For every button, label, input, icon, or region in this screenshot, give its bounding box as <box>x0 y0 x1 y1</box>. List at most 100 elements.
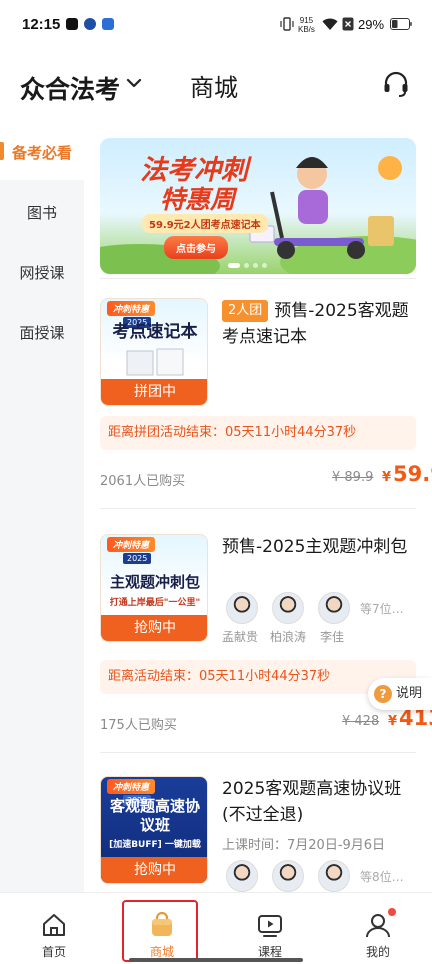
teacher-list: 等7位… 孟献贵 柏浪涛 李佳 <box>222 592 416 644</box>
status-time: 12:15 <box>22 16 61 33</box>
sidebar-item-books[interactable]: 图书 <box>0 202 84 223</box>
sim-x-icon <box>342 17 354 31</box>
original-price: ¥ 428 <box>342 714 380 729</box>
tab-label: 我的 <box>365 945 390 959</box>
carousel-dot <box>262 263 267 268</box>
divider <box>100 278 416 279</box>
network-speed-unit: KB/s <box>298 25 315 34</box>
sidebar-item-label: 图书 <box>26 204 57 222</box>
thumb-slogan: [加速BUFF] 一键加载 <box>109 840 201 850</box>
wifi-icon <box>322 18 338 30</box>
teacher-name: 李佳 <box>320 630 345 644</box>
tab-courses[interactable]: 课程 <box>216 893 324 964</box>
sidebar-item-offline-courses[interactable]: 面授课 <box>0 322 84 343</box>
teachers-more: 等7位… <box>360 602 404 616</box>
divider <box>100 752 416 753</box>
teacher-avatar <box>226 860 258 892</box>
notebook-illustration <box>126 348 184 376</box>
currency-symbol: ¥ <box>388 714 398 729</box>
user-icon <box>366 914 390 938</box>
banner-title-line2: 特惠周 <box>160 185 236 214</box>
tab-profile[interactable]: 我的 <box>324 893 432 964</box>
carousel-dots <box>228 263 267 268</box>
carousel-dot <box>253 263 258 268</box>
product-thumbnail[interactable]: 冲刺特惠 2025 考点速记本 拼团中 <box>100 298 208 406</box>
home-indicator <box>129 958 303 962</box>
product-thumbnail[interactable]: 冲刺特惠 2025 主观题冲刺包 打通上岸最后"一公里" 抢购中 <box>100 534 208 642</box>
sidebar-item-label: 面授课 <box>19 324 65 342</box>
sidebar-item-label: 备考必看 <box>11 144 72 162</box>
teachers-more: 等8位… <box>360 870 404 884</box>
teacher-name: 孟献贵 <box>222 630 259 644</box>
banner-subtitle: 59.9元2人团考点速记本 <box>142 214 268 233</box>
teacher-avatar <box>318 592 350 624</box>
video-course-icon <box>258 915 282 937</box>
teacher-avatar <box>226 592 258 624</box>
thumb-title: 主观题冲刺包 <box>109 573 200 591</box>
question-icon: ? <box>374 685 392 703</box>
explain-label: 说明 <box>396 686 423 701</box>
sidebar-item-online-courses[interactable]: 网授课 <box>0 262 84 283</box>
category-sidebar: 备考必看 图书 网授课 面授课 <box>0 118 84 892</box>
teacher-avatar <box>272 860 304 892</box>
teacher-avatar <box>318 860 350 892</box>
app-notification-icon-2 <box>102 18 114 30</box>
thumb-slogan: 打通上岸最后"一公里" <box>109 598 201 608</box>
product-title-text: 2025客观题高速协议班(不过全退) <box>222 779 402 825</box>
sale-price: ¥59.9 <box>382 462 432 486</box>
thumb-status-band: 拼团中 <box>101 379 207 405</box>
battery-icon <box>390 18 412 30</box>
teacher-list: 等8位… <box>222 860 416 892</box>
buyers-count: 2061人已购买 <box>100 474 186 489</box>
header: 众合法考 商城 <box>0 52 432 118</box>
countdown-bar: 距离拼团活动结束：05天11小时44分37秒 <box>100 416 416 450</box>
tab-home[interactable]: 首页 <box>0 893 108 964</box>
thumb-status-band: 抢购中 <box>101 857 207 883</box>
home-icon <box>43 914 65 936</box>
thumb-title: 考点速记本 <box>112 322 198 342</box>
original-price: ¥ 89.9 <box>332 470 374 485</box>
group-buy-badge: 2人团 <box>222 300 269 322</box>
product-list: 法考冲刺 特惠周 59.9元2人团考点速记本 点击参与 冲刺特惠 2025 考点… <box>84 118 432 892</box>
thumb-tag: 冲刺特惠 <box>107 301 156 316</box>
thumb-year: 2025 <box>123 553 152 564</box>
banner-cta-button[interactable]: 点击参与 <box>164 236 228 259</box>
currency-symbol: ¥ <box>382 470 392 485</box>
explain-button[interactable]: ? 说明 <box>368 678 432 710</box>
carousel-dot-active <box>228 263 240 268</box>
thumb-status-band: 抢购中 <box>101 615 207 641</box>
battery-percent: 29% <box>358 17 385 32</box>
chevron-down-icon[interactable] <box>126 78 142 88</box>
product-title[interactable]: 2025客观题高速协议班(不过全退) <box>222 776 416 828</box>
teacher-avatar <box>272 592 304 624</box>
tab-label: 首页 <box>41 945 66 959</box>
product-thumbnail[interactable]: 冲刺特惠 2025 客观题高速协议班 [加速BUFF] 一键加载 抢购中 <box>100 776 208 884</box>
status-bar: 12:15 915 KB/s 29% <box>0 0 432 52</box>
thumb-tag: 冲刺特惠 <box>107 779 156 794</box>
buyers-count: 175人已购买 <box>100 718 177 733</box>
product-title[interactable]: 2人团 预售-2025客观题考点速记本 <box>222 298 416 350</box>
teacher-name: 柏浪涛 <box>270 630 307 644</box>
carousel-dot <box>244 263 249 268</box>
network-speed: 915 KB/s <box>298 16 315 34</box>
highlight-box <box>122 900 198 962</box>
product-title[interactable]: 预售-2025主观题冲刺包 <box>222 534 416 560</box>
class-schedule: 上课时间：7月20日-9月6日 <box>222 838 386 853</box>
bottom-tab-bar: 首页 商城 课程 我的 <box>0 892 432 964</box>
sidebar-item-label: 网授课 <box>19 264 65 282</box>
divider <box>100 508 416 509</box>
page-title: 商城 <box>190 74 238 102</box>
notification-dot <box>388 908 396 916</box>
thumb-title: 客观题高速协议班 <box>109 797 200 834</box>
promo-banner[interactable]: 法考冲刺 特惠周 59.9元2人团考点速记本 点击参与 <box>100 138 416 274</box>
vibrate-icon <box>280 17 294 31</box>
sidebar-item-prep-essentials[interactable]: 备考必看 <box>0 118 84 180</box>
brand-switcher[interactable]: 众合法考 <box>20 70 120 106</box>
network-speed-value: 915 <box>299 16 314 25</box>
thumb-tag: 冲刺特惠 <box>107 537 156 552</box>
product-title-text: 预售-2025主观题冲刺包 <box>222 537 408 557</box>
customer-service-icon[interactable] <box>382 70 410 98</box>
sale-price-value: 59.9 <box>393 462 432 486</box>
tiktok-icon <box>66 18 78 30</box>
app-notification-icon <box>84 18 96 30</box>
